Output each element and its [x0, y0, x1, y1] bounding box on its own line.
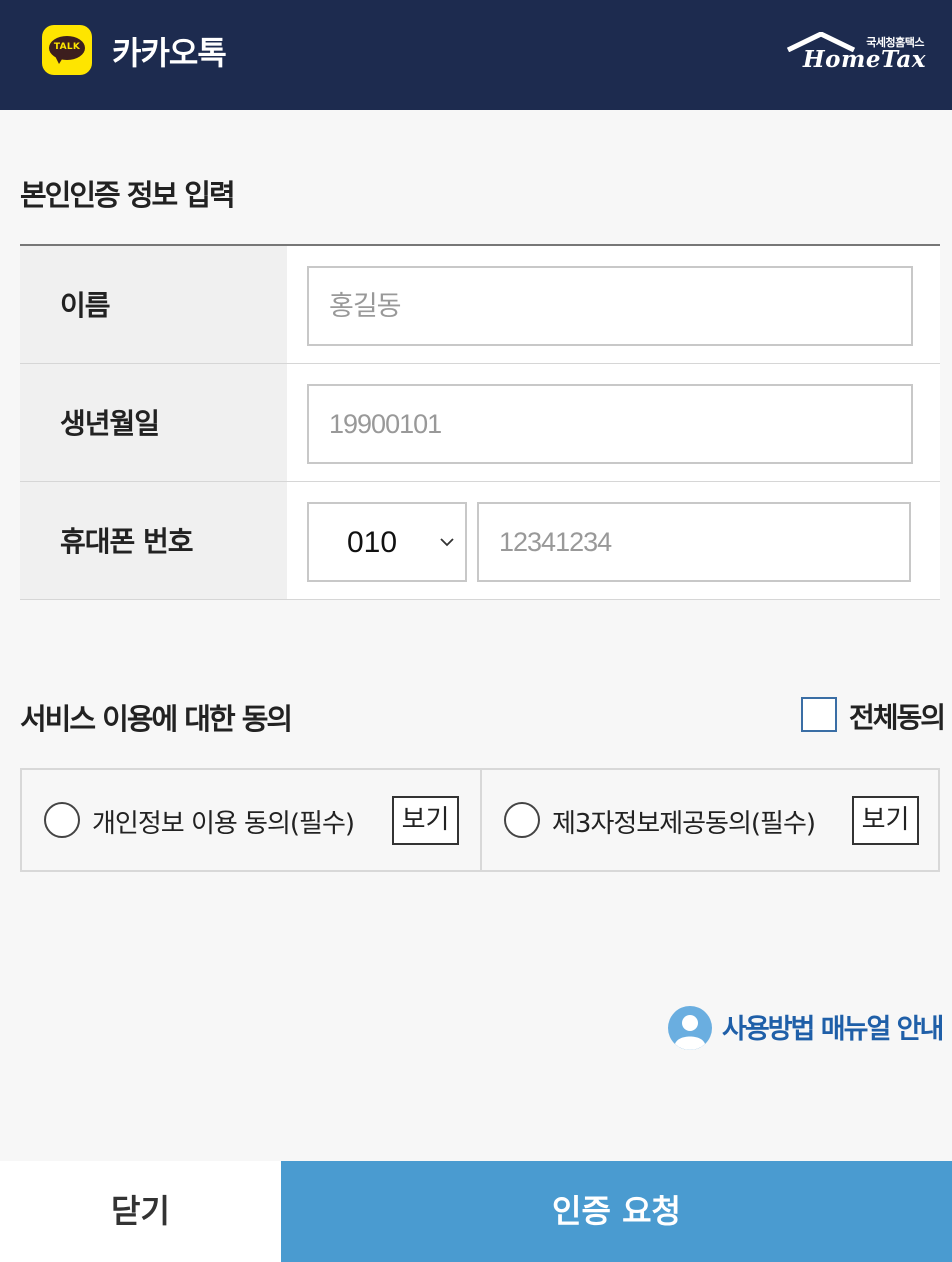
phone-row: 휴대폰 번호 010 12341234	[20, 482, 940, 600]
manual-guide-text[interactable]: 사용방법 매뉴얼 안내	[722, 1007, 944, 1046]
terms-box: 개인정보 이용 동의(필수) 보기 제3자정보제공동의(필수) 보기	[20, 768, 940, 872]
chevron-down-icon	[440, 538, 454, 547]
birth-row: 생년월일 19900101	[20, 364, 940, 482]
user-avatar-icon	[668, 1006, 712, 1050]
bottom-action-bar: 닫기 인증 요청	[0, 1161, 952, 1262]
birth-input[interactable]: 19900101	[307, 384, 913, 464]
phone-label: 휴대폰 번호	[60, 525, 194, 558]
hometax-logo: 국세청홈택스 HomeTax	[784, 32, 926, 74]
third-party-consent-radio[interactable]	[504, 802, 540, 838]
close-button[interactable]: 닫기	[0, 1161, 281, 1262]
logo-text: TALK	[53, 42, 81, 52]
name-label: 이름	[60, 289, 111, 322]
privacy-consent-label[interactable]: 개인정보 이용 동의(필수)	[92, 803, 355, 840]
term-privacy: 개인정보 이용 동의(필수) 보기	[22, 770, 480, 870]
auth-section-title: 본인인증 정보 입력	[20, 178, 236, 212]
request-auth-button[interactable]: 인증 요청	[281, 1161, 952, 1262]
third-party-consent-label[interactable]: 제3자정보제공동의(필수)	[552, 803, 816, 840]
term-third-party: 제3자정보제공동의(필수) 보기	[480, 770, 938, 870]
hometax-brand: HomeTax	[802, 46, 926, 73]
phone-number-input[interactable]: 12341234	[477, 502, 911, 582]
third-party-view-button[interactable]: 보기	[852, 796, 919, 845]
privacy-consent-radio[interactable]	[44, 802, 80, 838]
phone-prefix-value: 010	[347, 526, 398, 559]
privacy-view-button[interactable]: 보기	[392, 796, 459, 845]
app-title: 카카오톡	[112, 34, 227, 72]
auth-form: 이름 홍길동 생년월일 19900101 휴대폰 번호 010 12341234	[20, 244, 940, 601]
kakaotalk-logo-icon: TALK	[42, 25, 92, 75]
phone-prefix-select[interactable]: 010	[307, 502, 467, 582]
agree-all-checkbox[interactable]	[801, 697, 837, 732]
app-header: TALK 카카오톡 국세청홈택스 HomeTax	[0, 0, 952, 110]
name-row: 이름 홍길동	[20, 246, 940, 364]
name-input[interactable]: 홍길동	[307, 266, 913, 346]
agree-all-label[interactable]: 전체동의	[849, 696, 946, 736]
birth-label: 생년월일	[60, 407, 160, 440]
consent-section-title: 서비스 이용에 대한 동의	[20, 702, 293, 736]
